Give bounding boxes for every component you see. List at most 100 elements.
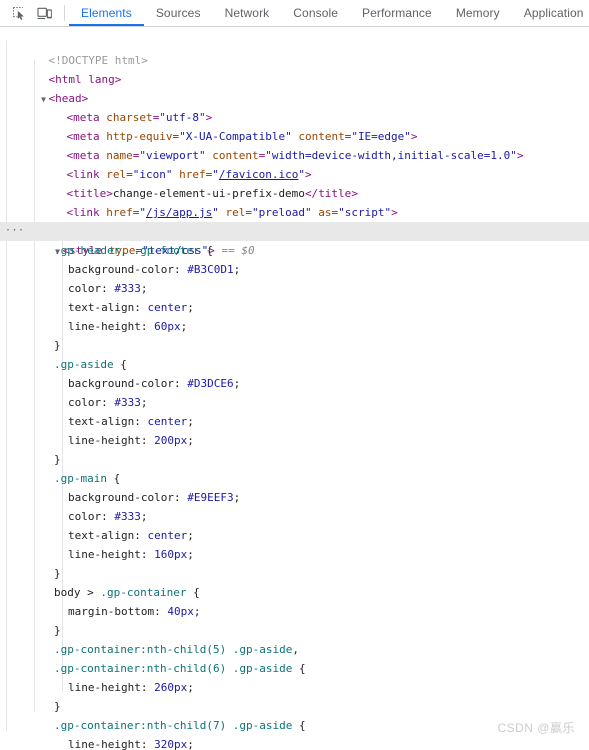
css-token-sel: .gp-container:nth-child(6) .gp-aside (54, 662, 293, 675)
css-token-val: center (147, 415, 188, 428)
css-source-line[interactable]: line-height: 60px; (0, 317, 589, 336)
elements-dom-tree[interactable]: ▶<!DOCTYPE html> ▶<html lang> ▼<head> <m… (0, 27, 589, 750)
tab-elements[interactable]: Elements (69, 0, 144, 26)
dom-node-meta-viewport[interactable]: <meta name="viewport" content="width=dev… (0, 127, 589, 162)
css-token-val: center (147, 529, 188, 542)
css-token-sel: .gp-container:nth-child(5) .gp-aside (54, 643, 293, 656)
tab-network-label: Network (224, 6, 270, 20)
css-source-line[interactable]: } (0, 450, 589, 469)
dom-node-style-selected[interactable]: ··· ▼ <style type="text/css"> == $0 (0, 222, 589, 257)
tab-console[interactable]: Console (281, 0, 350, 26)
css-token-prop: background-color (68, 377, 174, 390)
css-source-line[interactable]: .gp-main { (0, 469, 589, 488)
css-token-prop: text-align (68, 301, 135, 314)
panel-tab-bar: Elements Sources Network Console Perform… (69, 0, 589, 26)
css-token-prop: line-height (68, 738, 141, 750)
tab-sources-label: Sources (155, 6, 201, 20)
device-toolbar-glyph (37, 7, 52, 19)
css-source-line[interactable]: .gp-aside { (0, 355, 589, 374)
css-token-punct: : (140, 738, 155, 750)
device-toolbar-icon[interactable] (32, 2, 58, 25)
css-token-prop: color (68, 282, 102, 295)
css-token-val: #E9EEF3 (187, 491, 234, 504)
css-token-prop: line-height (68, 681, 141, 694)
css-token-punct: , (292, 643, 300, 656)
tab-performance[interactable]: Performance (350, 0, 444, 26)
css-token-punct: : (140, 434, 155, 447)
tab-performance-label: Performance (362, 6, 432, 20)
dom-node-meta-compat[interactable]: <meta http-equiv="X-UA-Compatible" conte… (0, 108, 589, 143)
css-token-val: #333 (114, 282, 141, 295)
css-source-line[interactable]: color: #333; (0, 393, 589, 412)
css-token-val: #D3DCE6 (187, 377, 234, 390)
dom-node-doctype[interactable]: ▶<!DOCTYPE html> (0, 32, 589, 67)
inspect-element-glyph (12, 6, 24, 20)
css-token-punct: ; (140, 396, 148, 409)
tab-sources[interactable]: Sources (144, 0, 213, 26)
tab-console-label: Console (293, 6, 339, 20)
css-source-line[interactable]: background-color: #D3DCE6; (0, 374, 589, 393)
css-token-val: 160px (154, 548, 188, 561)
css-source-line[interactable]: .gp-container:nth-child(6) .gp-aside { (0, 659, 589, 678)
css-token-punct: { (199, 244, 213, 257)
css-token-punct: ; (233, 377, 241, 390)
css-source-line[interactable]: .gp-container:nth-child(5) .gp-aside, (0, 640, 589, 659)
css-token-val: #B3C0D1 (187, 263, 234, 276)
dom-node-head[interactable]: ▼ <head> (0, 70, 589, 105)
css-source-line[interactable]: } (0, 336, 589, 355)
css-token-punct: : (140, 548, 155, 561)
css-source-line[interactable]: text-align: center; (0, 526, 589, 545)
css-token-punct: { (106, 472, 121, 485)
css-source-line[interactable]: color: #333; (0, 507, 589, 526)
css-source-line[interactable]: line-height: 320px; (0, 735, 589, 750)
css-source-line[interactable]: line-height: 260px; (0, 678, 589, 697)
dom-node-html[interactable]: ▶<html lang> (0, 51, 589, 86)
css-token-punct: { (292, 719, 306, 732)
css-source-line[interactable]: background-color: #E9EEF3; (0, 488, 589, 507)
css-source-line[interactable]: } (0, 621, 589, 640)
css-source-line[interactable]: background-color: #B3C0D1; (0, 260, 589, 279)
css-token-prop: line-height (68, 434, 141, 447)
css-token-val: 200px (154, 434, 188, 447)
css-source-line[interactable]: .gp-header, .gp-footer { (0, 241, 589, 260)
css-token-punct: ; (193, 605, 201, 618)
dom-node-title[interactable]: <title>change-element-ui-prefix-demo</ti… (0, 165, 589, 200)
css-source-line[interactable]: body > .gp-container { (0, 583, 589, 602)
tab-application-label: Application (523, 6, 584, 20)
css-source-line[interactable]: text-align: center; (0, 298, 589, 317)
dom-node-meta-charset[interactable]: <meta charset="utf-8"> (0, 89, 589, 124)
tab-application[interactable]: Application (512, 0, 589, 26)
css-source-line[interactable]: margin-bottom: 40px; (0, 602, 589, 621)
css-source-line[interactable]: color: #333; (0, 279, 589, 298)
css-source-line[interactable]: text-align: center; (0, 412, 589, 431)
dom-node-link-vendors[interactable]: <link href="/js/chunk-vendors.js" rel="p… (0, 203, 589, 238)
css-token-punct: ; (140, 282, 148, 295)
css-token-punct: : (134, 301, 148, 314)
inspect-element-icon[interactable] (6, 2, 32, 25)
css-token-punct: ; (233, 263, 241, 276)
css-token-punct: } (54, 624, 61, 637)
css-token-prop: line-height (68, 320, 141, 333)
css-source-line[interactable]: } (0, 564, 589, 583)
css-source-line[interactable]: } (0, 697, 589, 716)
css-token-prop: margin-bottom (68, 605, 155, 618)
css-token-prop: text-align (68, 415, 135, 428)
tab-memory[interactable]: Memory (444, 0, 512, 26)
css-token-prop: text-align (68, 529, 135, 542)
css-token-punct: : (101, 396, 115, 409)
devtools-toolbar: Elements Sources Network Console Perform… (0, 0, 589, 27)
css-source-line[interactable]: line-height: 160px; (0, 545, 589, 564)
css-token-punct: : (173, 263, 188, 276)
tab-network[interactable]: Network (213, 0, 282, 26)
tab-memory-label: Memory (455, 6, 500, 20)
toolbar-divider (64, 5, 65, 21)
css-source-line[interactable]: line-height: 200px; (0, 431, 589, 450)
css-token-punct: ; (233, 491, 241, 504)
node-badge-more-icon[interactable]: ··· (5, 226, 24, 237)
csdn-watermark: CSDN @赢乐 (497, 721, 575, 735)
css-token-val: #333 (114, 510, 141, 523)
css-token-punct: ; (180, 320, 188, 333)
css-token-prop: body > (54, 586, 101, 599)
dom-node-link-app[interactable]: <link href="/js/app.js" rel="preload" as… (0, 184, 589, 219)
dom-node-link-icon[interactable]: <link rel="icon" href="/favicon.ico"> (0, 146, 589, 181)
